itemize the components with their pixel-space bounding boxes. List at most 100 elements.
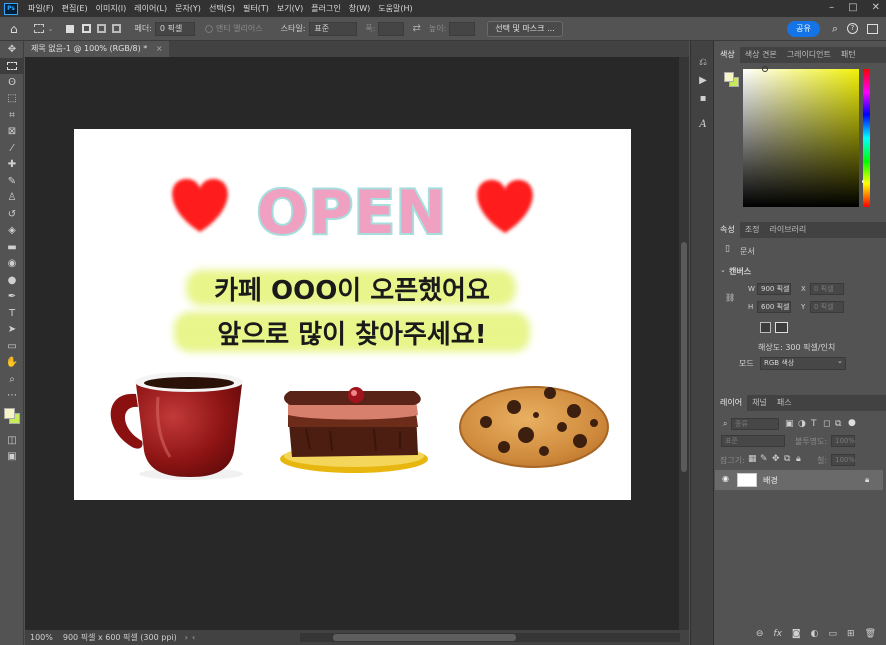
hand-icon[interactable]: ✋ <box>0 355 24 372</box>
tab-layers[interactable]: 레이어 <box>715 395 748 411</box>
lock-paint-icon[interactable]: ✎ <box>760 454 768 464</box>
mode-chevron-icon[interactable]: ⌄ <box>837 357 843 365</box>
tab-close-icon[interactable]: × <box>156 44 163 53</box>
home-icon[interactable]: ⌂ <box>10 22 18 36</box>
status-arrow-icon[interactable]: › <box>185 633 188 642</box>
eraser-icon[interactable]: ◈ <box>0 223 24 240</box>
menu-file[interactable]: 파일(F) <box>24 3 58 14</box>
zoom-level[interactable]: 100% <box>30 633 53 642</box>
shape-icon[interactable]: ▭ <box>0 338 24 355</box>
search-icon[interactable]: ⌕ <box>832 22 838 36</box>
color-picker-cursor[interactable] <box>762 66 768 72</box>
layer-row[interactable]: ◉ 배경 🔒︎ <box>715 470 883 490</box>
history-brush-icon[interactable]: ↺ <box>0 206 24 223</box>
delete-layer-icon[interactable]: 🗑︎ <box>865 629 876 639</box>
zoom-icon[interactable]: ⌕ <box>0 371 24 388</box>
lock-position-icon[interactable]: ✥ <box>772 454 780 464</box>
help-icon[interactable]: ? <box>847 23 858 34</box>
portrait-orientation-icon[interactable] <box>760 322 771 333</box>
menu-layer[interactable]: 레이어(L) <box>130 3 171 14</box>
antialias-checkbox[interactable] <box>204 24 213 33</box>
tab-adjustments[interactable]: 조정 <box>740 222 765 238</box>
width-input[interactable] <box>378 21 405 36</box>
lasso-icon[interactable]: ʘ <box>0 74 24 91</box>
menu-filter[interactable]: 필터(T) <box>239 3 273 14</box>
canvas-x-field[interactable]: 0 픽셀 <box>810 283 844 295</box>
height-input[interactable] <box>449 21 476 36</box>
filter-adjust-icon[interactable]: ◑ <box>798 419 806 429</box>
brush-icon[interactable]: ✎ <box>0 173 24 190</box>
menu-edit[interactable]: 편집(E) <box>58 3 92 14</box>
hue-slider[interactable] <box>863 69 870 207</box>
color-picker-field[interactable] <box>743 69 859 207</box>
tab-libraries[interactable]: 라이브러리 <box>764 222 811 238</box>
canvas-width-field[interactable]: 900 픽셀 <box>757 283 791 295</box>
new-selection-icon[interactable] <box>65 24 74 33</box>
blur-icon[interactable]: ◉ <box>0 256 24 273</box>
menu-type[interactable]: 문자(Y) <box>171 3 205 14</box>
blend-mode-select[interactable]: 표준 <box>721 435 785 447</box>
link-layers-icon[interactable]: ⊖ <box>756 629 764 639</box>
chevron-down-icon[interactable]: ⌄ <box>48 25 54 33</box>
screen-mode-icon[interactable]: ▣ <box>0 449 24 466</box>
history-panel-icon[interactable]: ⎌ <box>691 53 715 71</box>
foreground-color-swatch[interactable] <box>4 408 15 419</box>
tab-patterns[interactable]: 패턴 <box>836 47 861 63</box>
canvas-y-field[interactable]: 0 픽셀 <box>810 301 844 313</box>
minimize-button[interactable]: – <box>829 2 834 13</box>
tab-paths[interactable]: 패스 <box>772 395 797 411</box>
layer-name[interactable]: 배경 <box>763 475 778 486</box>
panel-color-fg-swatch[interactable] <box>724 72 734 82</box>
tab-swatches[interactable]: 색상 견본 <box>740 47 782 63</box>
menu-image[interactable]: 이미지(I) <box>92 3 131 14</box>
quick-mask-icon[interactable]: ◫ <box>0 432 24 449</box>
rectangular-marquee-icon[interactable] <box>0 57 24 74</box>
tab-properties[interactable]: 속성 <box>715 222 740 238</box>
canvas-height-field[interactable]: 600 픽셀 <box>757 301 791 313</box>
landscape-orientation-icon[interactable] <box>775 322 788 333</box>
scroll-left-icon[interactable]: ‹ <box>192 633 195 642</box>
filter-smart-icon[interactable]: ⧉ <box>835 419 841 429</box>
eyedropper-icon[interactable]: ⁄ <box>0 140 24 157</box>
filter-shape-icon[interactable]: ◻ <box>823 419 830 429</box>
object-selection-icon[interactable]: ⬚ <box>0 91 24 108</box>
move-tool-icon[interactable]: ✥ <box>0 41 24 58</box>
filter-search-icon[interactable]: ⌕ <box>723 419 727 429</box>
swap-icon[interactable]: ⇄ <box>412 23 420 34</box>
stamp-icon[interactable]: ♙ <box>0 190 24 207</box>
new-layer-icon[interactable]: ⊞ <box>847 629 855 639</box>
more-tools-icon[interactable]: ⋯ <box>0 388 24 405</box>
menu-plugins[interactable]: 플러그인 <box>307 3 344 14</box>
fill-field[interactable]: 100% <box>831 454 855 466</box>
filter-toggle-icon[interactable]: ● <box>848 418 856 428</box>
adjustment-layer-icon[interactable]: ◐ <box>811 629 819 639</box>
tab-gradients[interactable]: 그레이디언트 <box>782 47 836 63</box>
filter-type-icon[interactable]: T <box>811 419 817 429</box>
pen-icon[interactable]: ✒ <box>0 289 24 306</box>
path-selection-icon[interactable]: ➤ <box>0 322 24 339</box>
menu-view[interactable]: 보기(V) <box>273 3 307 14</box>
lock-all-icon[interactable]: 🔒︎ <box>796 454 801 464</box>
workspace-icon[interactable] <box>867 23 878 34</box>
tab-color[interactable]: 색상 <box>715 47 740 63</box>
feather-input[interactable]: 0 픽셀 <box>154 21 195 36</box>
dodge-icon[interactable]: ● <box>0 272 24 289</box>
menu-help[interactable]: 도움말(H) <box>374 3 416 14</box>
select-and-mask-button[interactable]: 선택 및 마스크 ... <box>487 20 563 37</box>
color-swatches[interactable] <box>0 404 24 432</box>
document-canvas[interactable]: OPEN 카페 OOO이 오픈했어요 앞으로 많이 찾아주세요! <box>74 129 631 500</box>
lock-artboard-icon[interactable]: ⧉ <box>784 454 790 464</box>
crop-icon[interactable]: ⌗ <box>0 107 24 124</box>
intersect-selection-icon[interactable] <box>111 24 121 33</box>
new-group-icon[interactable]: ▭ <box>829 629 838 639</box>
share-button[interactable]: 공유 <box>787 20 820 37</box>
vertical-scroll-thumb[interactable] <box>681 242 687 472</box>
healing-brush-icon[interactable]: ✚ <box>0 157 24 174</box>
fx-icon[interactable]: fx <box>773 629 782 639</box>
opacity-field[interactable]: 100% <box>831 435 855 447</box>
subtract-selection-icon[interactable] <box>96 24 106 33</box>
character-panel-icon[interactable]: A <box>691 115 715 133</box>
mode-select[interactable]: RGB 색상 <box>760 357 846 370</box>
horizontal-scroll-thumb[interactable] <box>333 634 516 641</box>
type-icon[interactable]: T <box>0 305 24 322</box>
